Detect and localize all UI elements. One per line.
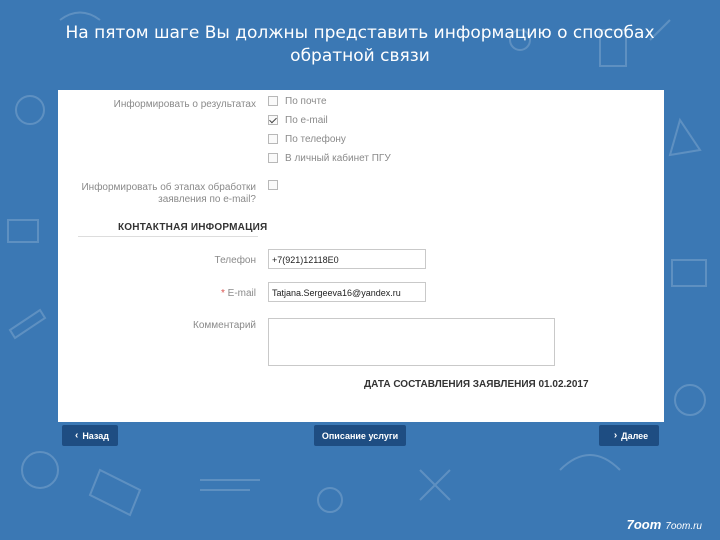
option-post[interactable]: По почте [268,94,327,108]
site-logo: 7oom 7oom.ru [627,517,702,532]
service-description-label: Описание услуги [321,430,399,441]
chevron-right-icon: › [613,430,618,441]
application-date: ДАТА СОСТАВЛЕНИЯ ЗАЯВЛЕНИЯ 01.02.2017 [364,379,589,390]
email-label-row: * E-mail [78,288,256,299]
section-divider [78,236,258,237]
checkbox-post[interactable] [268,96,278,106]
contact-section-title: КОНТАКТНАЯ ИНФОРМАЦИЯ [118,222,268,233]
option-email[interactable]: По e-mail [268,113,328,127]
checkbox-cabinet[interactable] [268,153,278,163]
inform-results-label: Информировать о результатах [113,99,256,110]
back-button-label: Назад [82,430,110,441]
next-button-label: Далее [621,430,649,441]
back-button[interactable]: ‹ Назад [62,425,118,446]
option-stages[interactable] [268,178,285,192]
comment-textarea[interactable] [268,318,555,366]
chevron-left-icon: ‹ [74,430,79,441]
checkbox-phone[interactable] [268,134,278,144]
logo-text: 7oom [626,517,662,532]
email-input[interactable]: Tatjana.Sergeeva16@yandex.ru [268,282,426,302]
inform-stages-label: Информировать об этапах обработки заявле… [81,182,256,205]
phone-label: Телефон [214,255,256,266]
checkbox-stages[interactable] [268,180,278,190]
logo-site: 7oom.ru [665,521,702,532]
option-cabinet-label: В личный кабинет ПГУ [285,152,391,164]
option-phone[interactable]: По телефону [268,132,346,146]
option-cabinet[interactable]: В личный кабинет ПГУ [268,151,391,165]
option-post-label: По почте [285,95,327,107]
service-description-button[interactable]: Описание услуги [314,425,406,446]
required-mark: * [220,288,225,299]
option-email-label: По e-mail [285,114,328,126]
option-phone-label: По телефону [285,133,346,145]
slide-title: На пятом шаге Вы должны представить инфо… [65,23,655,66]
checkbox-email[interactable] [268,115,278,125]
next-button[interactable]: › Далее [599,425,659,446]
comment-label: Комментарий [193,320,256,331]
feedback-form-panel: Информировать о результатах По почте По … [58,90,664,446]
phone-input[interactable]: +7(921)12118E0 [268,249,426,269]
email-label: E-mail [227,288,256,299]
